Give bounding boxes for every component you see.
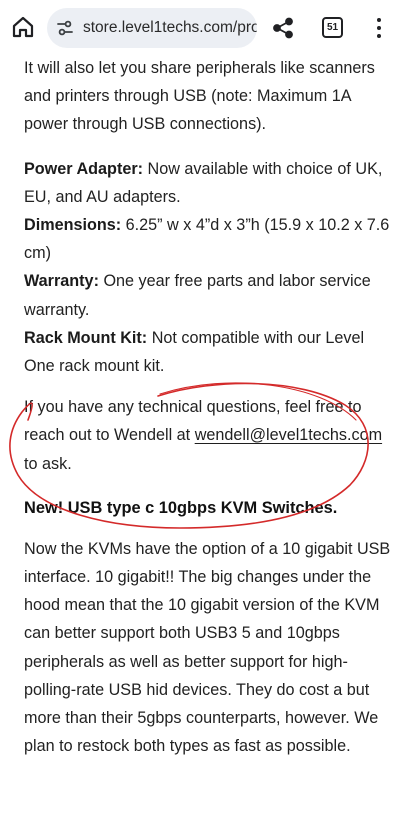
kvm-description: Now the KVMs have the option of a 10 gig… <box>24 539 391 756</box>
spec-rack-mount: Rack Mount Kit: Not compatible with our … <box>24 324 396 380</box>
spec-power-adapter: Power Adapter: Now available with choice… <box>24 155 396 211</box>
contact-paragraph: If you have any technical questions, fee… <box>24 393 396 478</box>
home-icon[interactable] <box>10 14 36 40</box>
tune-icon[interactable] <box>55 18 75 38</box>
browser-toolbar: store.level1techs.com/product 51 <box>0 0 403 56</box>
spec-label: Dimensions: <box>24 216 122 235</box>
spec-dimensions: Dimensions: 6.25” w x 4”d x 3”h (15.9 x … <box>24 211 396 267</box>
product-description: It will also let you share peripherals l… <box>24 54 396 760</box>
spec-warranty: Warranty: One year free parts and labor … <box>24 267 396 323</box>
email-link[interactable]: wendell@level1techs.com <box>195 426 382 444</box>
usb-sharing-text: It will also let you share peripherals l… <box>24 59 375 134</box>
spec-label: Warranty: <box>24 272 99 291</box>
tab-switcher-button[interactable]: 51 <box>322 17 343 38</box>
spec-label: Rack Mount Kit: <box>24 328 148 347</box>
tab-count: 51 <box>326 22 339 33</box>
more-vert-icon[interactable] <box>371 15 387 41</box>
url-text: store.level1techs.com/product <box>83 19 257 36</box>
address-bar[interactable]: store.level1techs.com/product <box>47 8 257 48</box>
spec-label: Power Adapter: <box>24 159 144 178</box>
share-icon[interactable] <box>271 16 295 40</box>
contact-suffix: to ask. <box>24 454 72 473</box>
section-heading: New! USB type c 10gbps KVM Switches. <box>24 498 338 517</box>
